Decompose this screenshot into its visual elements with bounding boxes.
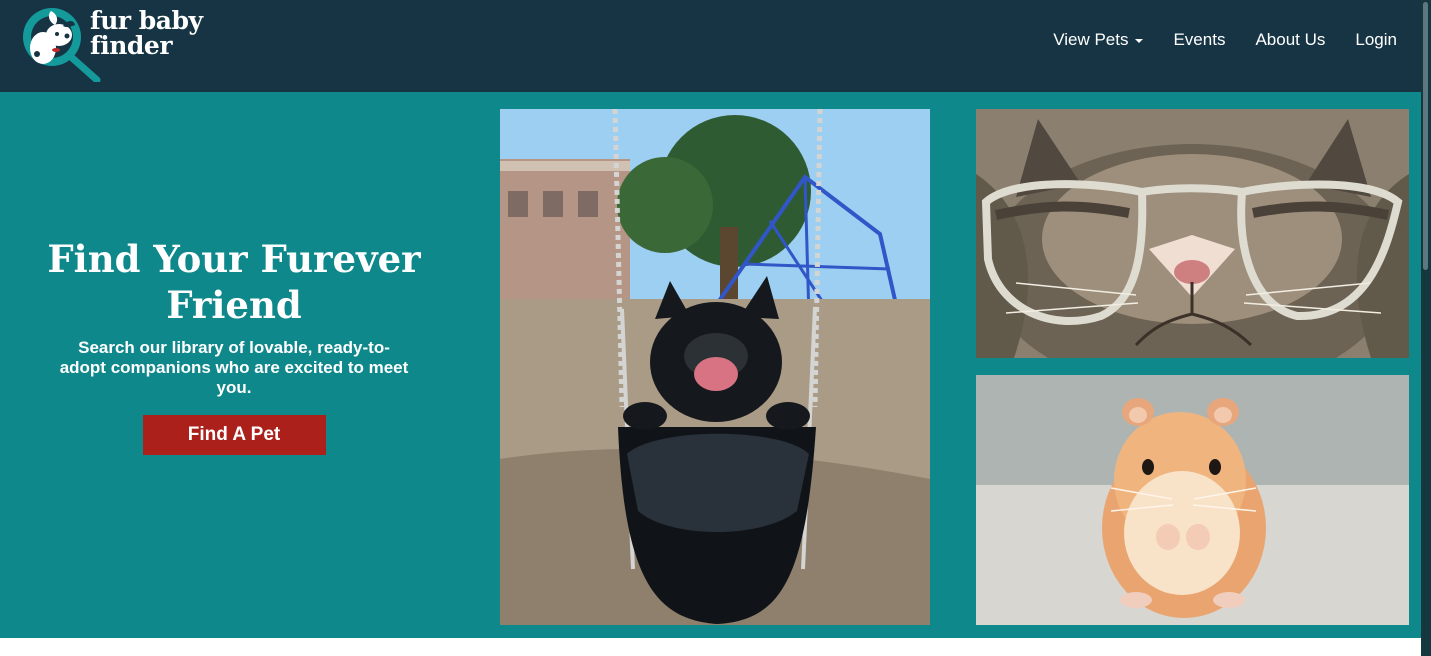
- events-link[interactable]: Events: [1173, 29, 1225, 51]
- cat-with-glasses-illustration: [976, 109, 1409, 358]
- brand-name: fur baby finder: [90, 8, 203, 58]
- hero-copy: Find Your Furever Friend Search our libr…: [40, 236, 428, 455]
- brand-name-line-two: finder: [90, 31, 172, 60]
- brand-logo[interactable]: fur baby finder: [20, 6, 210, 82]
- login-link[interactable]: Login: [1355, 29, 1397, 51]
- view-pets-dropdown[interactable]: View Pets: [1053, 29, 1144, 51]
- site-header: fur baby finder View Pets Events About U…: [0, 0, 1431, 92]
- about-us-link[interactable]: About Us: [1255, 29, 1325, 51]
- scrollbar-thumb[interactable]: [1423, 2, 1428, 270]
- hamster-illustration: [976, 375, 1409, 625]
- hero-headline: Find Your Furever Friend: [40, 236, 428, 328]
- headline-line-two: Friend: [166, 283, 302, 327]
- headline-line-one: Find Your Furever: [47, 237, 421, 281]
- dog-on-swing-illustration: [500, 109, 930, 625]
- hamster-photo: [976, 375, 1409, 625]
- find-a-pet-button[interactable]: Find A Pet: [142, 415, 326, 455]
- hero-description: Search our library of lovable, ready-to-…: [59, 338, 409, 397]
- page-scrollbar[interactable]: [1421, 0, 1431, 656]
- dog-on-swing-photo: [500, 109, 930, 625]
- view-pets-label: View Pets: [1053, 30, 1129, 49]
- chevron-down-icon: [1135, 39, 1144, 43]
- brand-name-line-one: fur baby: [90, 6, 203, 35]
- cat-with-glasses-photo: [976, 109, 1409, 358]
- main-navigation: View Pets Events About Us Login: [1023, 29, 1397, 51]
